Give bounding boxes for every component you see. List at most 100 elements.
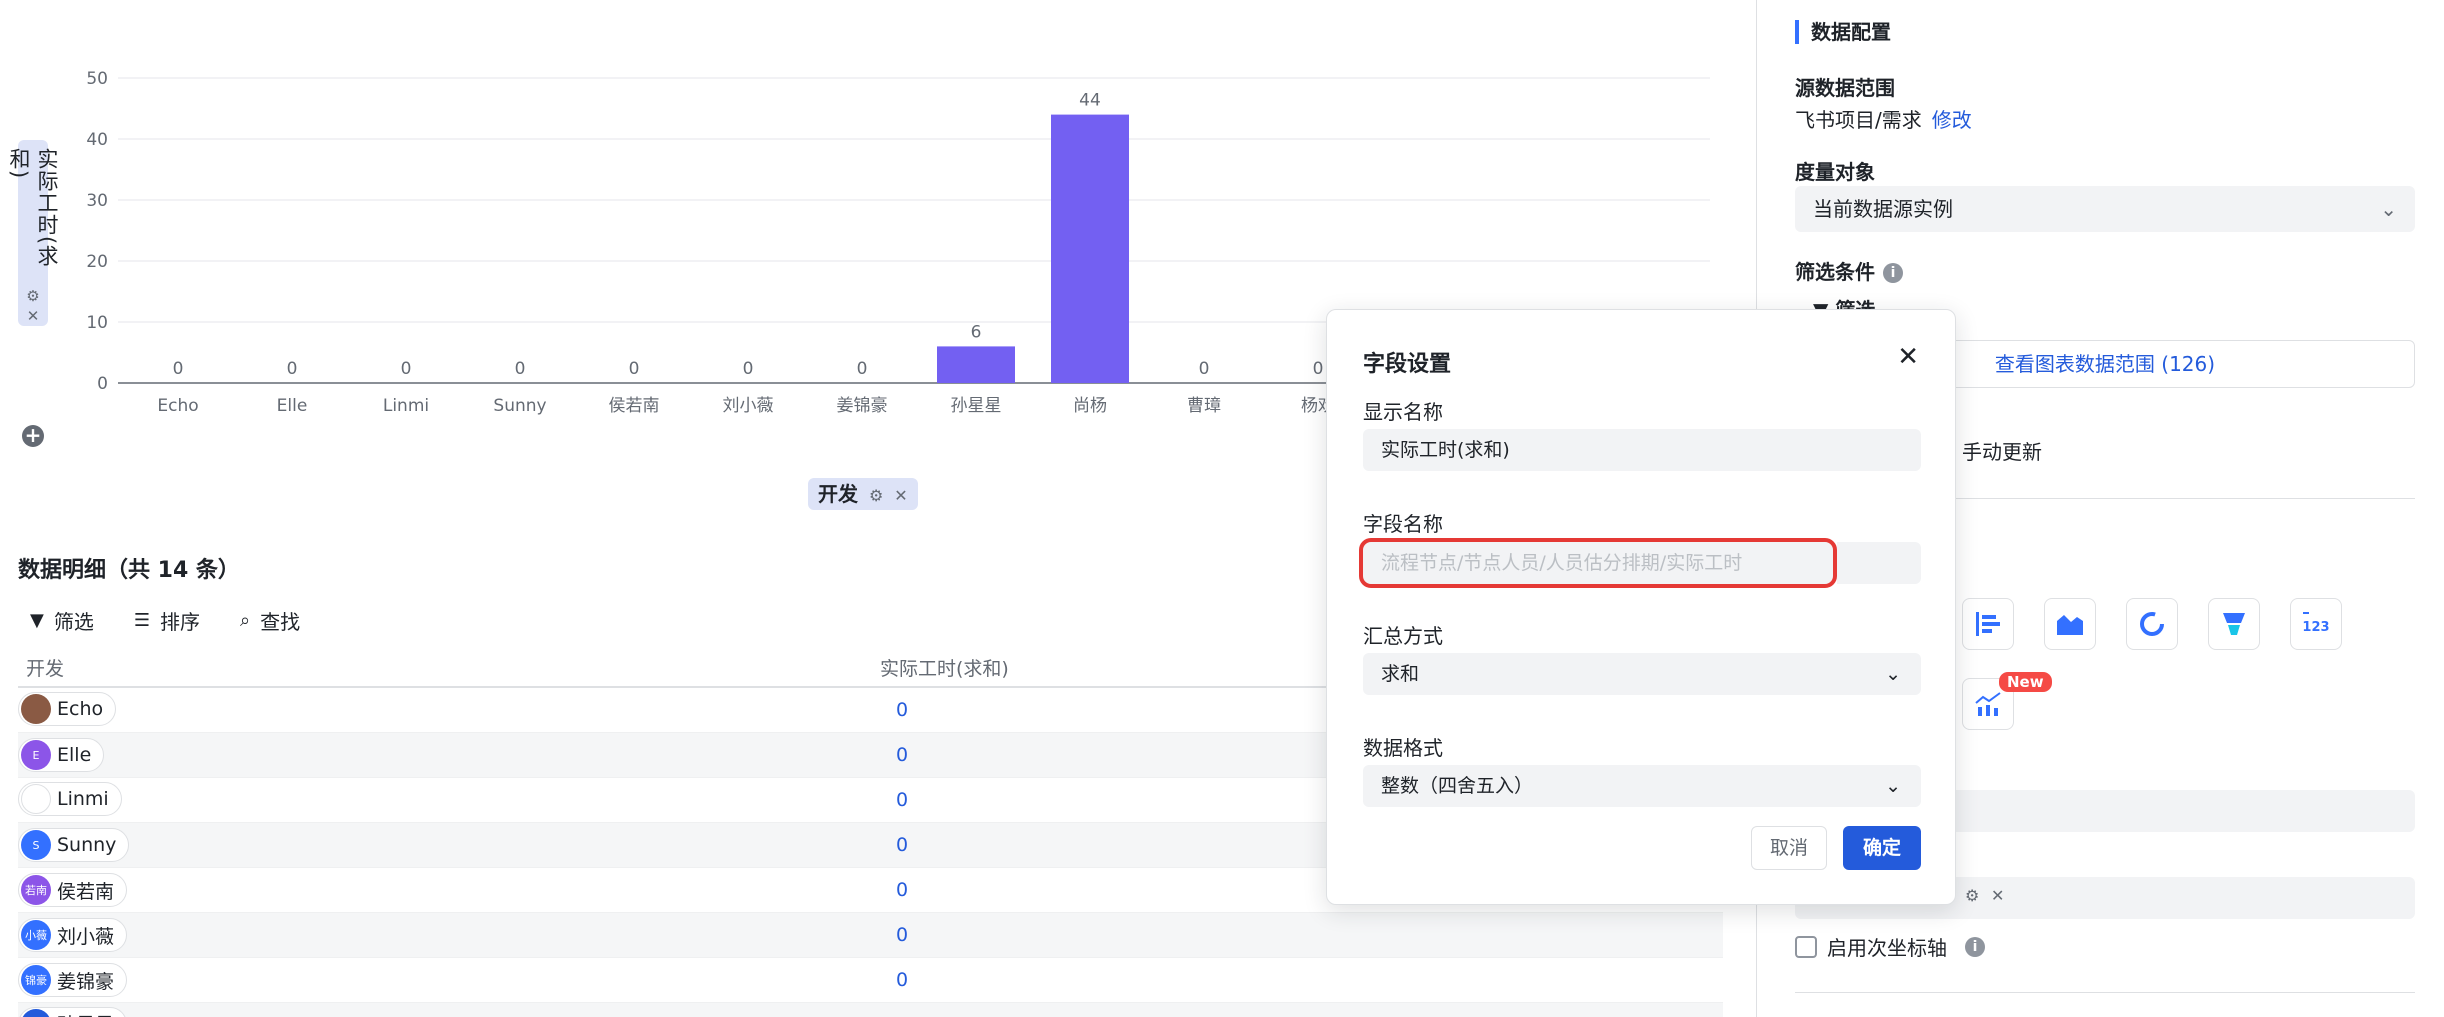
- cancel-button[interactable]: 取消: [1751, 826, 1827, 870]
- column-header[interactable]: 开发: [18, 654, 880, 681]
- field-name-input-tail: [1837, 542, 1921, 584]
- gear-icon[interactable]: ⚙: [1965, 886, 1979, 905]
- user-name: 姜锦豪: [57, 970, 115, 993]
- y-tick-label: 20: [86, 252, 108, 272]
- user-name: Elle: [57, 744, 92, 766]
- user-chip[interactable]: Echo: [18, 691, 117, 726]
- data-label: 0: [515, 359, 526, 379]
- find-label: 查找: [260, 610, 301, 634]
- display-name-input[interactable]: 实际工时(求和): [1363, 429, 1921, 471]
- detail-toolbar: ▼ 筛选 ☰ 排序 ⌕ 查找: [30, 606, 300, 635]
- avatar: 锦豪: [21, 965, 51, 995]
- x-axis-field-tag[interactable]: 开发 ⚙ ✕: [808, 478, 918, 510]
- x-tick-label: 姜锦豪: [837, 395, 888, 416]
- y-tick-label: 40: [86, 130, 108, 150]
- bar: [1051, 114, 1129, 383]
- data-label: 0: [857, 359, 868, 379]
- x-tick-label: Linmi: [383, 396, 429, 416]
- measure-select[interactable]: 当前数据源实例 ⌄: [1795, 186, 2415, 232]
- format-label: 数据格式: [1363, 736, 1443, 760]
- sort-icon: ☰: [133, 610, 150, 631]
- funnel-chart-icon[interactable]: [2208, 598, 2260, 650]
- avatar: S: [21, 830, 51, 860]
- aggregation-label: 汇总方式: [1363, 624, 1443, 648]
- user-name: 刘小薇: [57, 925, 115, 948]
- source-label: 源数据范围: [1795, 76, 1895, 100]
- close-icon[interactable]: ✕: [894, 486, 907, 505]
- secondary-axis-row[interactable]: 启用次坐标轴 i: [1795, 932, 1985, 961]
- add-icon[interactable]: +: [22, 425, 44, 447]
- chevron-down-icon: ⌄: [1885, 775, 1901, 797]
- field-settings-dialog: 字段设置 ✕ 显示名称 实际工时(求和) 字段名称 汇总方式 求和 ⌄ 数据格式…: [1326, 309, 1956, 905]
- filter-button[interactable]: ▼ 筛选: [30, 606, 94, 635]
- filter-sub-row[interactable]: ▼ 筛选: [1813, 294, 1875, 310]
- secondary-axis-checkbox[interactable]: [1795, 935, 1817, 958]
- filter-label: 筛选: [53, 610, 94, 634]
- svg-text:123: 123: [2302, 620, 2329, 635]
- format-select[interactable]: 整数（四舍五入） ⌄: [1363, 765, 1921, 807]
- gear-icon[interactable]: ⚙: [869, 486, 883, 505]
- user-chip[interactable]: S Sunny: [18, 828, 130, 862]
- x-tick-label: 侯若南: [609, 396, 660, 416]
- close-icon[interactable]: ✕: [27, 306, 40, 326]
- donut-chart-icon[interactable]: [2126, 598, 2178, 650]
- bar: [937, 346, 1015, 383]
- developer-cell: Echo: [18, 691, 880, 729]
- x-tick-label: Elle: [277, 396, 308, 416]
- x-tick-label: 曹璋: [1187, 396, 1221, 416]
- display-name-label: 显示名称: [1363, 400, 1443, 424]
- user-chip[interactable]: 孙星星: [18, 1006, 128, 1017]
- aggregation-select[interactable]: 求和 ⌄: [1363, 653, 1921, 695]
- table-row[interactable]: 小薇 刘小薇 0: [18, 913, 1723, 958]
- close-icon[interactable]: ✕: [1897, 342, 1919, 372]
- confirm-button[interactable]: 确定: [1843, 826, 1921, 870]
- source-value: 飞书项目/需求: [1795, 108, 1922, 132]
- filter-condition-label: 筛选条件: [1795, 260, 1875, 284]
- source-edit-link[interactable]: 修改: [1932, 108, 1972, 132]
- user-chip[interactable]: 锦豪 姜锦豪: [18, 963, 128, 997]
- x-tick-label: Sunny: [493, 396, 546, 416]
- avatar: [21, 693, 51, 724]
- column-header[interactable]: 实际工时(求和): [880, 654, 1009, 681]
- developer-cell: S Sunny: [18, 828, 880, 862]
- aggregation-value: 求和: [1381, 663, 1420, 685]
- info-icon[interactable]: i: [1883, 263, 1903, 283]
- gear-icon[interactable]: ⚙: [26, 286, 39, 306]
- user-name: 侯若南: [57, 880, 115, 903]
- user-chip[interactable]: 小薇 刘小薇: [18, 918, 128, 952]
- x-tick-label: 孙星星: [951, 396, 1002, 416]
- panel-title: 数据配置: [1795, 20, 1891, 44]
- sort-button[interactable]: ☰ 排序: [134, 606, 200, 635]
- avatar: 小薇: [21, 920, 51, 950]
- new-badge: New: [1999, 672, 2052, 692]
- chevron-down-icon: ⌄: [2380, 197, 2397, 221]
- developer-cell: 若南 侯若南: [18, 873, 880, 907]
- search-icon: ⌕: [239, 610, 251, 631]
- user-name: Linmi: [57, 787, 109, 810]
- user-chip[interactable]: E Elle: [18, 738, 105, 772]
- x-tick-label: Echo: [157, 396, 198, 416]
- developer-cell: E Elle: [18, 738, 880, 772]
- close-icon[interactable]: ✕: [1991, 886, 2004, 905]
- y-tick-label: 0: [97, 374, 108, 394]
- area-chart-icon[interactable]: [2044, 598, 2096, 650]
- dialog-title: 字段设置: [1363, 352, 1452, 377]
- indicator-card-icon[interactable]: 123: [2290, 598, 2342, 650]
- data-label: 0: [1313, 359, 1324, 379]
- bar-chart-icon[interactable]: [1962, 598, 2014, 650]
- y-tick-label: 50: [86, 69, 108, 89]
- find-button[interactable]: ⌕ 查找: [240, 606, 300, 635]
- user-chip[interactable]: Linmi: [18, 781, 122, 816]
- avatar: [21, 1008, 51, 1017]
- field-name-input[interactable]: [1359, 538, 1837, 588]
- table-row[interactable]: 孙星星6: [18, 1003, 1723, 1017]
- x-axis-field-label: 开发: [818, 482, 858, 506]
- info-icon[interactable]: i: [1965, 936, 1985, 957]
- data-label: 0: [1199, 359, 1210, 379]
- x-tick-label: 尚杨: [1073, 396, 1107, 416]
- table-row[interactable]: 锦豪 姜锦豪 0: [18, 958, 1723, 1003]
- manual-update-label[interactable]: 手动更新: [1962, 436, 2042, 465]
- user-chip[interactable]: 若南 侯若南: [18, 873, 128, 907]
- developer-cell: 小薇 刘小薇: [18, 918, 880, 952]
- y-axis-field-tag[interactable]: 实际工时(求和) ⚙ ✕: [7, 140, 59, 326]
